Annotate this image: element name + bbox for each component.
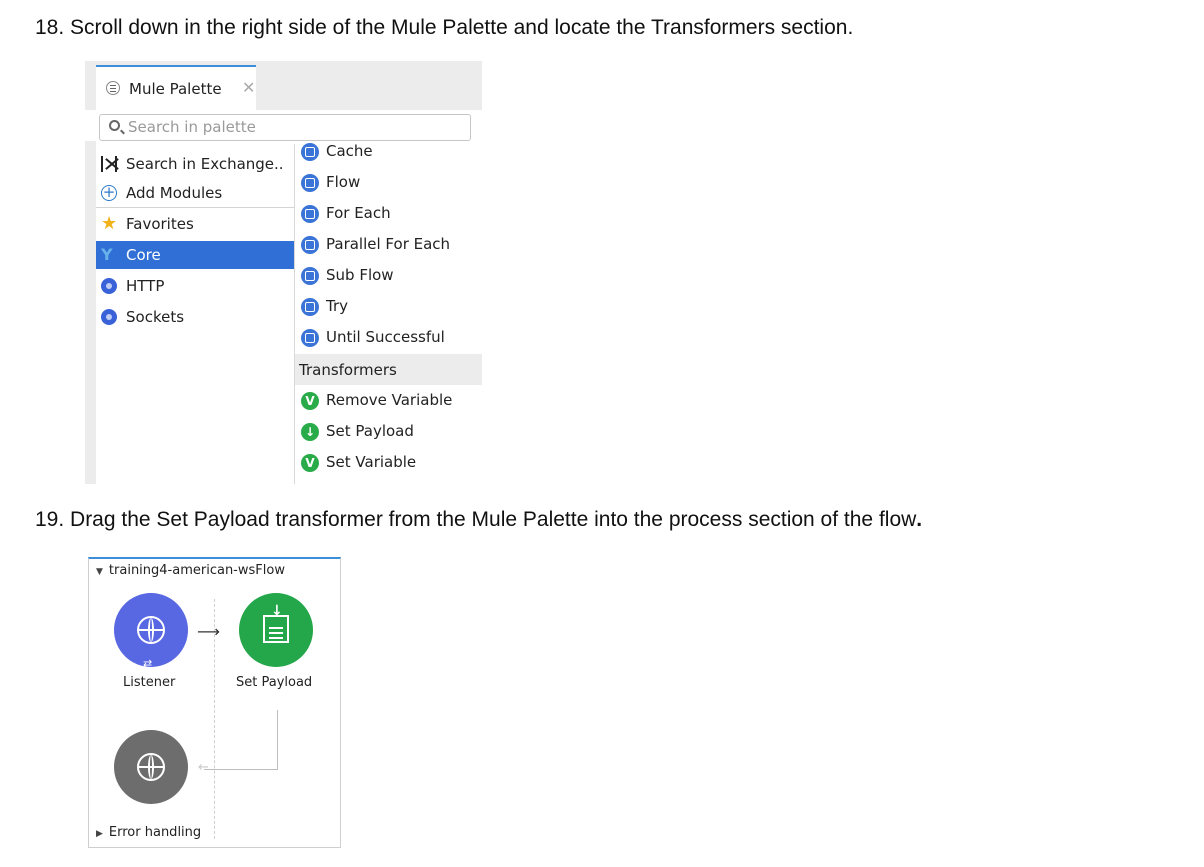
- transformers-section-header: Transformers: [295, 354, 482, 385]
- sidebar-item-sockets[interactable]: Sockets: [96, 303, 294, 331]
- palette-item-try[interactable]: Try: [295, 291, 482, 322]
- http-icon: [101, 278, 117, 294]
- remove-variable-label: Remove Variable: [326, 391, 453, 409]
- flow-title[interactable]: ▼ training4-american-wsFlow: [96, 563, 285, 578]
- collapse-triangle-icon[interactable]: ▼: [96, 567, 103, 577]
- expand-triangle-icon[interactable]: ▶: [96, 829, 103, 839]
- exchange-arrows-icon: ⇄: [143, 657, 153, 670]
- step-19-instruction: 19. Drag the Set Payload transformer fro…: [35, 508, 922, 532]
- favorites-label: Favorites: [126, 215, 194, 233]
- remove-variable-icon: V: [301, 392, 319, 410]
- connector-line: [277, 710, 278, 770]
- mule-palette-panel: Mule Palette ✕ Search in Exchange.. + Ad…: [85, 61, 482, 484]
- until-successful-label: Until Successful: [326, 328, 445, 346]
- palette-search-input[interactable]: [128, 117, 458, 137]
- palette-item-sub-flow[interactable]: Sub Flow: [295, 260, 482, 291]
- palette-tab-bar: Mule Palette ✕: [85, 61, 482, 110]
- sockets-icon: [101, 309, 117, 325]
- for-each-icon: [301, 205, 319, 223]
- add-modules-item[interactable]: + Add Modules: [96, 179, 294, 207]
- payload-doc-icon: [263, 603, 289, 643]
- set-payload-node-label: Set Payload: [236, 675, 313, 690]
- parallel-for-each-icon: [301, 236, 319, 254]
- sub-flow-icon: [301, 267, 319, 285]
- close-icon[interactable]: ✕: [242, 80, 255, 96]
- flow-title-text: training4-american-wsFlow: [108, 563, 285, 578]
- search-in-exchange-item[interactable]: Search in Exchange..: [96, 150, 294, 178]
- until-successful-icon: [301, 329, 319, 347]
- set-payload-label: Set Payload: [326, 422, 414, 440]
- listener-label: Listener: [123, 675, 176, 690]
- globe-icon: [137, 616, 165, 644]
- sidebar-item-favorites[interactable]: ★ Favorites: [96, 210, 294, 238]
- palette-item-set-payload[interactable]: ↓ Set Payload: [295, 416, 482, 447]
- for-each-label: For Each: [326, 204, 391, 222]
- flow-label: Flow: [326, 173, 361, 191]
- sidebar-item-http[interactable]: HTTP: [96, 272, 294, 300]
- error-source-node[interactable]: [114, 730, 188, 804]
- palette-item-parallel-for-each[interactable]: Parallel For Each: [295, 229, 482, 260]
- palette-item-until-successful[interactable]: Until Successful: [295, 322, 482, 353]
- palette-item-for-each[interactable]: For Each: [295, 198, 482, 229]
- transformers-section-title: Transformers: [299, 361, 397, 379]
- connector-line: [204, 769, 278, 770]
- exchange-icon: [101, 156, 117, 172]
- step-18-instruction: 18. Scroll down in the right side of the…: [35, 16, 854, 39]
- star-icon: ★: [101, 213, 118, 234]
- tab-label: Mule Palette: [129, 80, 222, 98]
- search-in-exchange-label: Search in Exchange..: [126, 155, 284, 173]
- listener-node[interactable]: [114, 593, 188, 667]
- tab-mule-palette[interactable]: Mule Palette ✕: [96, 65, 256, 110]
- set-variable-icon: V: [301, 454, 319, 472]
- left-separator: [96, 207, 294, 208]
- set-variable-label: Set Variable: [326, 453, 417, 471]
- cache-icon: [301, 143, 319, 161]
- add-modules-label: Add Modules: [126, 184, 223, 202]
- sidebar-item-core[interactable]: Y Core: [96, 241, 294, 269]
- flow-icon: [301, 174, 319, 192]
- palette-item-cache[interactable]: Cache: [295, 136, 482, 167]
- error-handling-toggle[interactable]: ▶ Error handling: [96, 825, 201, 840]
- palette-item-set-variable[interactable]: V Set Variable: [295, 447, 482, 478]
- palette-item-flow[interactable]: Flow: [295, 167, 482, 198]
- sockets-label: Sockets: [126, 308, 185, 326]
- http-label: HTTP: [126, 277, 165, 295]
- step-19-text: 19. Drag the Set Payload transformer fro…: [35, 508, 917, 531]
- set-payload-icon: ↓: [301, 423, 319, 441]
- flow-canvas: ▼ training4-american-wsFlow ⇄ Listener ⟶ …: [88, 557, 341, 848]
- try-icon: [301, 298, 319, 316]
- globe-icon: [137, 753, 165, 781]
- add-icon: +: [101, 183, 117, 201]
- sub-flow-label: Sub Flow: [326, 266, 394, 284]
- try-label: Try: [326, 297, 349, 315]
- core-icon: Y: [101, 245, 113, 264]
- error-handling-label: Error handling: [108, 825, 202, 840]
- return-arrow-icon: ←: [198, 760, 209, 775]
- step-19-period: .: [916, 508, 923, 531]
- menu-icon[interactable]: [106, 81, 120, 95]
- parallel-for-each-label: Parallel For Each: [326, 235, 451, 253]
- cache-label: Cache: [326, 142, 373, 160]
- flow-arrow-icon: ⟶: [197, 622, 220, 641]
- panel-left-edge: [85, 141, 96, 484]
- set-payload-node[interactable]: [239, 593, 313, 667]
- search-icon: [109, 120, 120, 131]
- palette-item-remove-variable[interactable]: V Remove Variable: [295, 385, 482, 416]
- core-label: Core: [126, 246, 161, 264]
